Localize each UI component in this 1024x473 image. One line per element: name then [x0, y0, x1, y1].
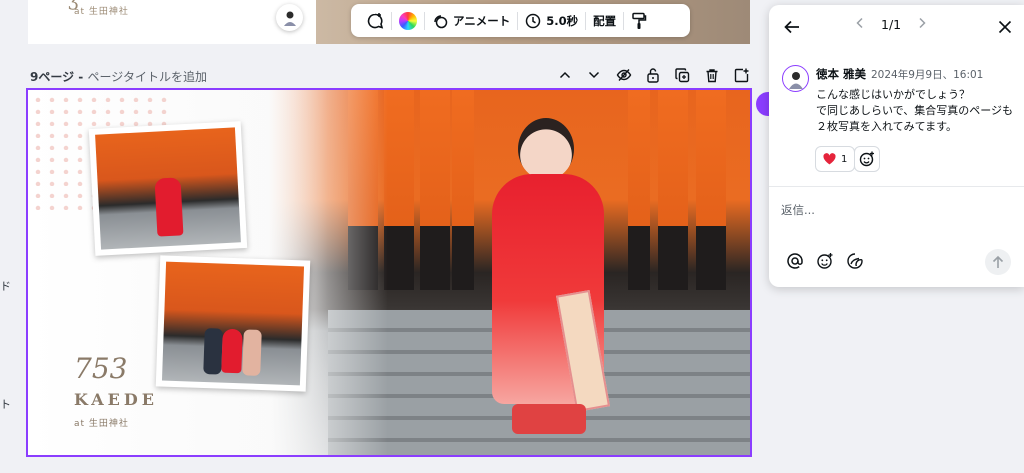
- chevron-left-icon: [856, 17, 863, 29]
- element-toolbar: アニメート 5.0秒 配置: [351, 4, 690, 37]
- add-comment-button[interactable]: [359, 4, 391, 37]
- add-page-button[interactable]: [727, 63, 757, 87]
- user-avatar-icon: [788, 71, 803, 89]
- location-text[interactable]: at 生田神社: [74, 416, 129, 429]
- eye-hidden-icon: [616, 69, 632, 81]
- chevron-up-icon: [559, 71, 570, 79]
- canvas-scene: 753 KAEDE at 生田神社: [28, 90, 750, 455]
- page-title-placeholder: ページタイトルを追加: [87, 70, 207, 84]
- duration-label: 5.0秒: [546, 13, 579, 28]
- position-button[interactable]: 配置: [586, 4, 623, 37]
- delete-page-button[interactable]: [698, 63, 728, 87]
- close-icon: [998, 20, 1012, 34]
- left-edge-text: ド: [0, 280, 11, 293]
- photo-subject: [203, 328, 224, 375]
- photo-frame-1[interactable]: [88, 121, 248, 256]
- animate-label: アニメート: [453, 13, 511, 28]
- add-page-icon: [735, 68, 749, 82]
- logo-753[interactable]: 753: [74, 352, 127, 385]
- comment-pagination: 1/1: [855, 17, 927, 32]
- torii-pillar: [628, 90, 650, 290]
- trash-icon: [706, 68, 718, 82]
- duplicate-icon: [675, 67, 690, 82]
- emoji-button[interactable]: [815, 251, 834, 270]
- move-page-up-button[interactable]: [550, 63, 580, 87]
- color-wheel-icon: [399, 11, 417, 30]
- collaborator-avatar[interactable]: [276, 4, 303, 31]
- girl-head: [518, 118, 574, 180]
- torii-pillar: [658, 90, 688, 290]
- hide-page-button[interactable]: [609, 63, 639, 87]
- torii-pillar: [452, 90, 474, 290]
- comment-panel: 1/1 徳本 雅美 2024年9月9日、16:01 こんな感じはいかがでしょう？…: [769, 5, 1024, 287]
- arrow-up-icon: [992, 255, 1004, 268]
- torii-pillar: [384, 90, 414, 290]
- move-page-down-button[interactable]: [580, 63, 610, 87]
- left-edge-text: ト: [0, 398, 11, 411]
- torii-pillar: [696, 90, 726, 290]
- send-button[interactable]: [985, 249, 1011, 275]
- girl-in-kimono: [488, 118, 610, 438]
- reply-tools: [785, 251, 864, 270]
- heart-icon: [823, 153, 836, 165]
- comment-add-icon: [367, 12, 384, 29]
- chevron-down-icon: [589, 71, 600, 79]
- torii-pillar: [420, 90, 450, 290]
- comment-panel-header: 1/1: [769, 5, 1024, 49]
- name-text[interactable]: KAEDE: [74, 390, 158, 409]
- page-number: 9ページ: [30, 70, 75, 84]
- reply-input[interactable]: [781, 199, 1011, 221]
- comment-timestamp: 2024年9月9日、16:01: [871, 69, 984, 81]
- panel-divider: [769, 186, 1024, 187]
- duplicate-page-button[interactable]: [668, 63, 698, 87]
- photo-family-group: [161, 261, 305, 386]
- lock-page-button[interactable]: [639, 63, 669, 87]
- animate-icon: [434, 14, 448, 28]
- photo-subject: [221, 328, 243, 374]
- page-tools: [550, 63, 757, 87]
- sticker-button[interactable]: [845, 251, 864, 270]
- animate-button[interactable]: アニメート: [425, 4, 517, 37]
- comment-author: 徳本 雅美: [816, 67, 867, 81]
- comment-text: こんな感じはいかがでしょう？ で同じあしらいで、集合写真のページも２枚写真を入れ…: [816, 88, 1014, 133]
- add-reaction-button[interactable]: [854, 146, 880, 172]
- arrow-left-icon: [784, 20, 799, 34]
- photo-frame-2[interactable]: [155, 255, 311, 392]
- emoji-add-icon: [859, 151, 874, 167]
- comment-author-avatar[interactable]: [782, 65, 809, 92]
- color-button[interactable]: [392, 4, 424, 37]
- mention-button[interactable]: [785, 251, 804, 270]
- heart-reaction-button[interactable]: 1: [815, 146, 856, 172]
- lock-icon: [647, 68, 659, 83]
- paint-roller-icon: [632, 12, 647, 29]
- duration-button[interactable]: 5.0秒: [518, 4, 585, 37]
- at-mention-icon: [786, 252, 803, 269]
- prev-page-tagline: at 生田神社: [74, 7, 129, 17]
- clock-icon: [526, 13, 541, 28]
- user-avatar-icon: [283, 11, 296, 26]
- emoji-add-icon: [816, 252, 832, 269]
- close-button[interactable]: [995, 17, 1015, 37]
- photo-subject: [154, 177, 184, 237]
- copy-style-button[interactable]: [624, 4, 654, 37]
- sticker-icon: [846, 252, 863, 269]
- position-label: 配置: [593, 13, 617, 28]
- design-canvas[interactable]: 753 KAEDE at 生田神社: [26, 88, 752, 457]
- next-comment-button[interactable]: [917, 17, 927, 32]
- photo-subject: [242, 329, 262, 376]
- page-title[interactable]: 9ページ - ページタイトルを追加: [30, 68, 207, 85]
- photo-girl-portrait: [95, 127, 241, 250]
- reaction-count: 1: [841, 153, 848, 165]
- girl-feet: [512, 404, 586, 434]
- back-button[interactable]: [781, 16, 803, 38]
- chevron-right-icon: [919, 17, 926, 29]
- previous-comment-button[interactable]: [855, 17, 865, 32]
- comment-page-count: 1/1: [881, 17, 902, 32]
- page-title-separator: -: [74, 70, 88, 84]
